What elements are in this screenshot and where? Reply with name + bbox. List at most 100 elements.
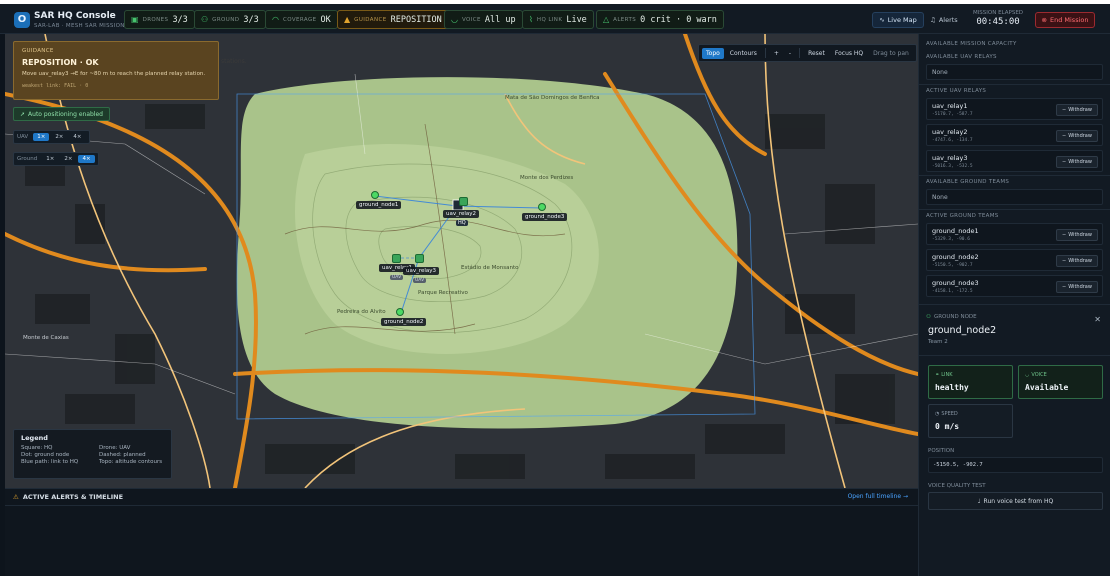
uav-relay2-marker[interactable] [459, 197, 468, 206]
legend-item: Dashed: planned [99, 452, 146, 458]
withdraw-button[interactable]: − Withdraw [1056, 255, 1098, 267]
withdraw-button[interactable]: − Withdraw [1056, 156, 1098, 168]
active-uav-item[interactable]: uav_relay3 -5016.3, -532.5 − Withdraw [926, 150, 1103, 172]
uav-speed-4x[interactable]: 4× [69, 133, 85, 141]
drone-icon: ▣ [131, 15, 139, 24]
active-uav-item[interactable]: uav_relay1 -5170.7, -587.7 − Withdraw [926, 98, 1103, 120]
run-voice-test-button[interactable]: ♩ Run voice test from HQ [928, 492, 1103, 510]
voice-test-label: VOICE QUALITY TEST [928, 483, 986, 489]
zoom-out-button[interactable]: - [785, 48, 795, 59]
reset-view-button[interactable]: Reset [804, 48, 829, 59]
link-status-label: ⚭ LINK [935, 372, 952, 378]
ground-speed-4x[interactable]: 4× [78, 155, 95, 163]
team-icon: ⚇ [926, 314, 931, 320]
active-ground-item[interactable]: ground_node1 -5329.3, -90.6 − Withdraw [926, 223, 1103, 245]
uav-relay3-label: uav_relay3 [403, 267, 440, 275]
selected-node-name: ground_node2 [928, 325, 997, 336]
status-chip-voice[interactable]: ◡ VOICE All up [444, 10, 523, 29]
headset-icon: ◡ [451, 15, 458, 24]
chip-label: ALERTS [613, 16, 637, 23]
headset-icon: ◡ [1025, 372, 1030, 378]
chip-value: OK [320, 14, 331, 25]
ground-node1-marker[interactable] [371, 191, 379, 199]
right-panel: AVAILABLE MISSION CAPACITY AVAILABLE UAV… [918, 34, 1110, 576]
ground-speed-1x[interactable]: 1× [42, 155, 58, 163]
toolbar-divider [764, 48, 766, 58]
uav-speed-1x[interactable]: 1× [33, 133, 50, 141]
chip-value: 0 crit · 0 warn [640, 14, 717, 25]
active-ground-title: ACTIVE GROUND TEAMS [926, 213, 999, 219]
app-subtitle: SAR-LAB · MESH SAR MISSION [34, 23, 125, 29]
hq-tag: HQ [456, 220, 468, 226]
place-label: Pedreira do Alvito [337, 309, 386, 315]
legend-item: Topo: altitude contours [99, 459, 163, 465]
alerts-label: Alerts [938, 16, 958, 24]
ground-node2-marker[interactable] [396, 308, 404, 316]
map-base-layer [5, 34, 918, 488]
place-label: Monte dos Perdizes [520, 175, 574, 181]
status-chip-guidance[interactable]: ▲ GUIDANCE REPOSITION [337, 10, 449, 29]
chip-label: COVERAGE [282, 16, 317, 23]
end-mission-button[interactable]: ⊗ End Mission [1035, 12, 1095, 28]
minus-icon: − [1062, 284, 1067, 290]
panel-divider [919, 209, 1110, 210]
panel-divider [919, 355, 1110, 356]
status-chip-alerts[interactable]: △ ALERTS 0 crit · 0 warn [596, 10, 724, 29]
unit-position: -4158.1, -172.5 [932, 289, 973, 294]
panel-divider [919, 175, 1110, 176]
live-map-button[interactable]: ∿ Live Map [872, 12, 924, 28]
active-ground-item[interactable]: ground_node2 -5150.5, -902.7 − Withdraw [926, 249, 1103, 271]
withdraw-button[interactable]: − Withdraw [1056, 130, 1098, 142]
place-label: Parque Recreativo [418, 290, 468, 296]
uav-relay1-marker[interactable] [392, 254, 401, 263]
chip-value: All up [484, 14, 516, 25]
withdraw-button[interactable]: − Withdraw [1056, 281, 1098, 293]
uav-speed-2x[interactable]: 2× [51, 133, 67, 141]
close-icon[interactable]: ✕ [1094, 315, 1101, 324]
ground-speed-selector: Ground 1× 2× 4× [13, 152, 99, 166]
alert-icon: △ [603, 15, 610, 24]
ground-node3-marker[interactable] [538, 203, 546, 211]
mission-elapsed-label: MISSION ELAPSED [972, 10, 1024, 16]
ground-speed-2x[interactable]: 2× [60, 155, 76, 163]
withdraw-label: Withdraw [1068, 107, 1092, 113]
withdraw-label: Withdraw [1068, 232, 1092, 238]
withdraw-button[interactable]: − Withdraw [1056, 104, 1098, 116]
voice-status-label: ◡ VOICE [1025, 372, 1047, 378]
withdraw-button[interactable]: − Withdraw [1056, 229, 1098, 241]
uav-relay2-label: uav_relay2 [443, 210, 480, 218]
available-ground-none: None [926, 189, 1103, 205]
uav-relay3-marker[interactable] [415, 254, 424, 263]
timeline-title-text: ACTIVE ALERTS & TIMELINE [22, 493, 124, 501]
status-chip-hq-link[interactable]: ⌇ HQ LINK Live [522, 10, 594, 29]
zoom-in-button[interactable]: + [770, 48, 783, 59]
unit-name: uav_relay2 [932, 128, 968, 136]
unit-position: -5150.5, -902.7 [932, 263, 973, 268]
available-ground-title: AVAILABLE GROUND TEAMS [926, 179, 1010, 185]
active-uav-item[interactable]: uav_relay2 -4747.6, -134.7 − Withdraw [926, 124, 1103, 146]
topo-toggle[interactable]: Topo [702, 47, 724, 59]
status-chip-ground[interactable]: ⚇ GROUND 3/3 [194, 10, 266, 29]
uav-speed-selector: UAV 1× 2× 4× [13, 130, 90, 144]
timeline-title: ⚠ ACTIVE ALERTS & TIMELINE [13, 493, 123, 501]
legend-item: Blue path: link to HQ [21, 459, 79, 465]
focus-hq-button[interactable]: Focus HQ [831, 48, 867, 59]
team-icon: ⚇ [201, 15, 209, 24]
chip-label: VOICE [461, 16, 481, 23]
legend-title: Legend [21, 434, 48, 442]
contours-toggle[interactable]: Contours [726, 48, 761, 59]
map-canvas[interactable]: Mata de São Domingos de Benfica Monte do… [5, 34, 918, 488]
unit-name: ground_node3 [932, 279, 979, 287]
status-chip-drones[interactable]: ▣ DRONES 3/3 [124, 10, 195, 29]
active-ground-item[interactable]: ground_node3 -4158.1, -172.5 − Withdraw [926, 275, 1103, 297]
open-full-timeline-link[interactable]: Open full timeline → [848, 493, 908, 500]
auto-positioning-toggle[interactable]: ➚ Auto positioning enabled [13, 107, 110, 121]
alerts-button[interactable]: ♫ Alerts [930, 12, 958, 28]
available-uav-none: None [926, 64, 1103, 80]
uav-relay1-type-tag: UAV [390, 275, 404, 280]
status-chip-coverage[interactable]: ◠ COVERAGE OK [265, 10, 338, 29]
capacity-title: AVAILABLE MISSION CAPACITY [926, 41, 1017, 47]
guidance-overflow-text: stations. [221, 58, 247, 65]
active-uav-title: ACTIVE UAV RELAYS [926, 88, 987, 94]
voice-status-card: ◡ VOICE Available [1018, 365, 1103, 399]
